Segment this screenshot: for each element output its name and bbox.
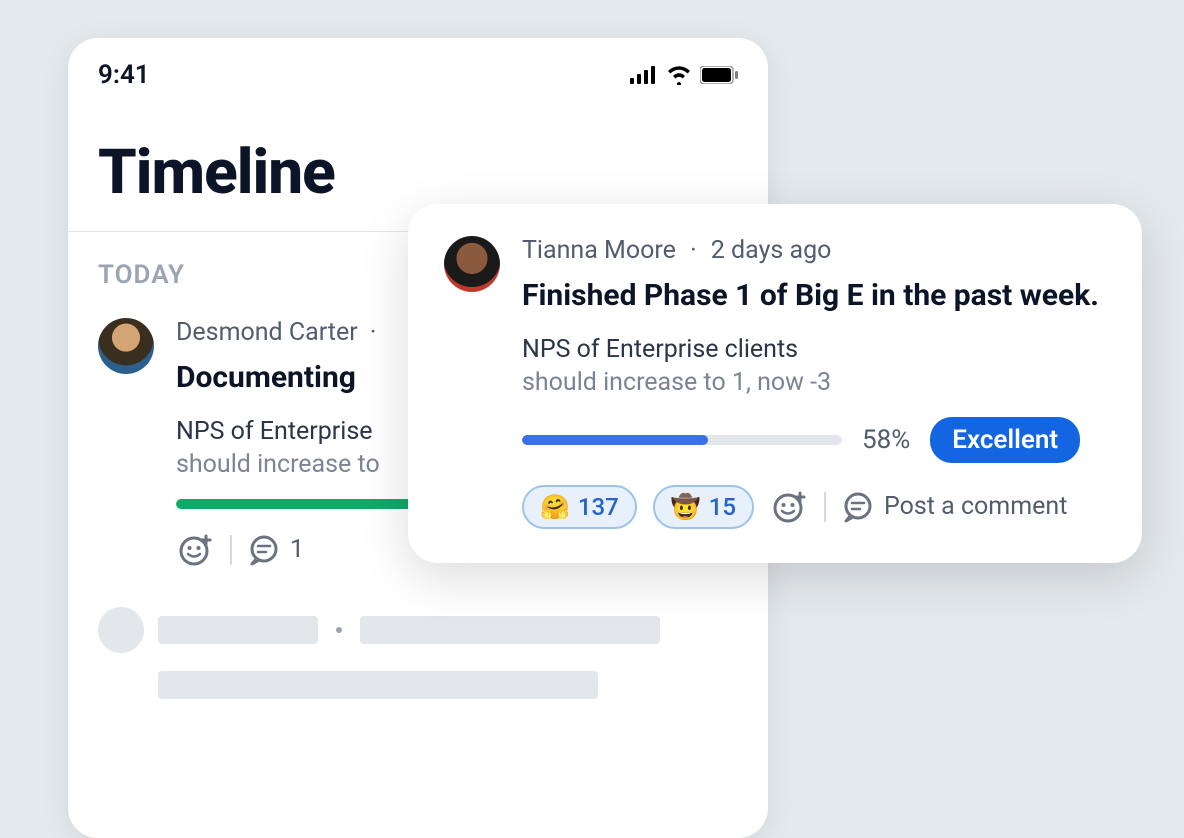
post-meta: Tianna Moore · 2 days ago (522, 236, 1106, 265)
comment-count: 1 (290, 535, 304, 564)
add-reaction-icon (178, 533, 212, 567)
emoji-cowboy-icon: 🤠 (671, 493, 701, 521)
comment-prompt-label: Post a comment (884, 492, 1067, 521)
meta-separator: · (370, 318, 377, 347)
status-badge: Excellent (930, 417, 1080, 463)
post-detail-card: Tianna Moore · 2 days ago Finished Phase… (408, 204, 1142, 563)
wifi-icon (666, 65, 692, 85)
skeleton-row (68, 589, 768, 671)
reaction-chip-cowboy[interactable]: 🤠 15 (653, 485, 754, 529)
skeleton-row (68, 671, 768, 717)
author-name: Desmond Carter (176, 318, 358, 347)
add-reaction-button[interactable] (176, 531, 214, 569)
vertical-divider (230, 535, 232, 565)
progress-fill (522, 435, 708, 445)
cellular-icon (630, 66, 658, 84)
status-icons (630, 65, 738, 85)
status-bar: 9:41 (68, 38, 768, 100)
comment-icon (248, 534, 280, 566)
actions-row: 🤗 137 🤠 15 Post a comment (522, 485, 1106, 529)
post-body: Tianna Moore · 2 days ago Finished Phase… (522, 236, 1106, 529)
skeleton-bar (158, 616, 318, 644)
status-time: 9:41 (98, 60, 150, 90)
kr-metric-name: NPS of Enterprise clients (522, 335, 1106, 364)
kr-metric-target: should increase to 1, now -3 (522, 368, 1106, 397)
skeleton-dot (336, 627, 342, 633)
vertical-divider (824, 492, 826, 522)
battery-icon (700, 66, 738, 84)
progress-percent: 58% (862, 425, 910, 455)
avatar[interactable] (444, 236, 500, 292)
timeline-post: Tianna Moore · 2 days ago Finished Phase… (444, 236, 1106, 529)
add-reaction-button[interactable] (770, 488, 808, 526)
comment-icon (842, 491, 874, 523)
skeleton-avatar (98, 607, 144, 653)
timestamp: 2 days ago (711, 236, 832, 265)
progress-track (522, 435, 842, 445)
reaction-chip-hug[interactable]: 🤗 137 (522, 485, 637, 529)
progress-row: 58% Excellent (522, 417, 1106, 463)
post-comment-button[interactable]: Post a comment (842, 491, 1067, 523)
reaction-count: 137 (578, 493, 619, 521)
add-reaction-icon (772, 490, 806, 524)
meta-separator: · (690, 236, 697, 265)
skeleton-bar (158, 671, 598, 699)
emoji-hug-icon: 🤗 (540, 493, 570, 521)
skeleton-bar (360, 616, 660, 644)
comment-button[interactable]: 1 (248, 534, 304, 566)
post-title: Finished Phase 1 of Big E in the past we… (522, 277, 1106, 315)
author-name: Tianna Moore (522, 236, 676, 265)
avatar[interactable] (98, 318, 154, 374)
reaction-count: 15 (709, 493, 736, 521)
